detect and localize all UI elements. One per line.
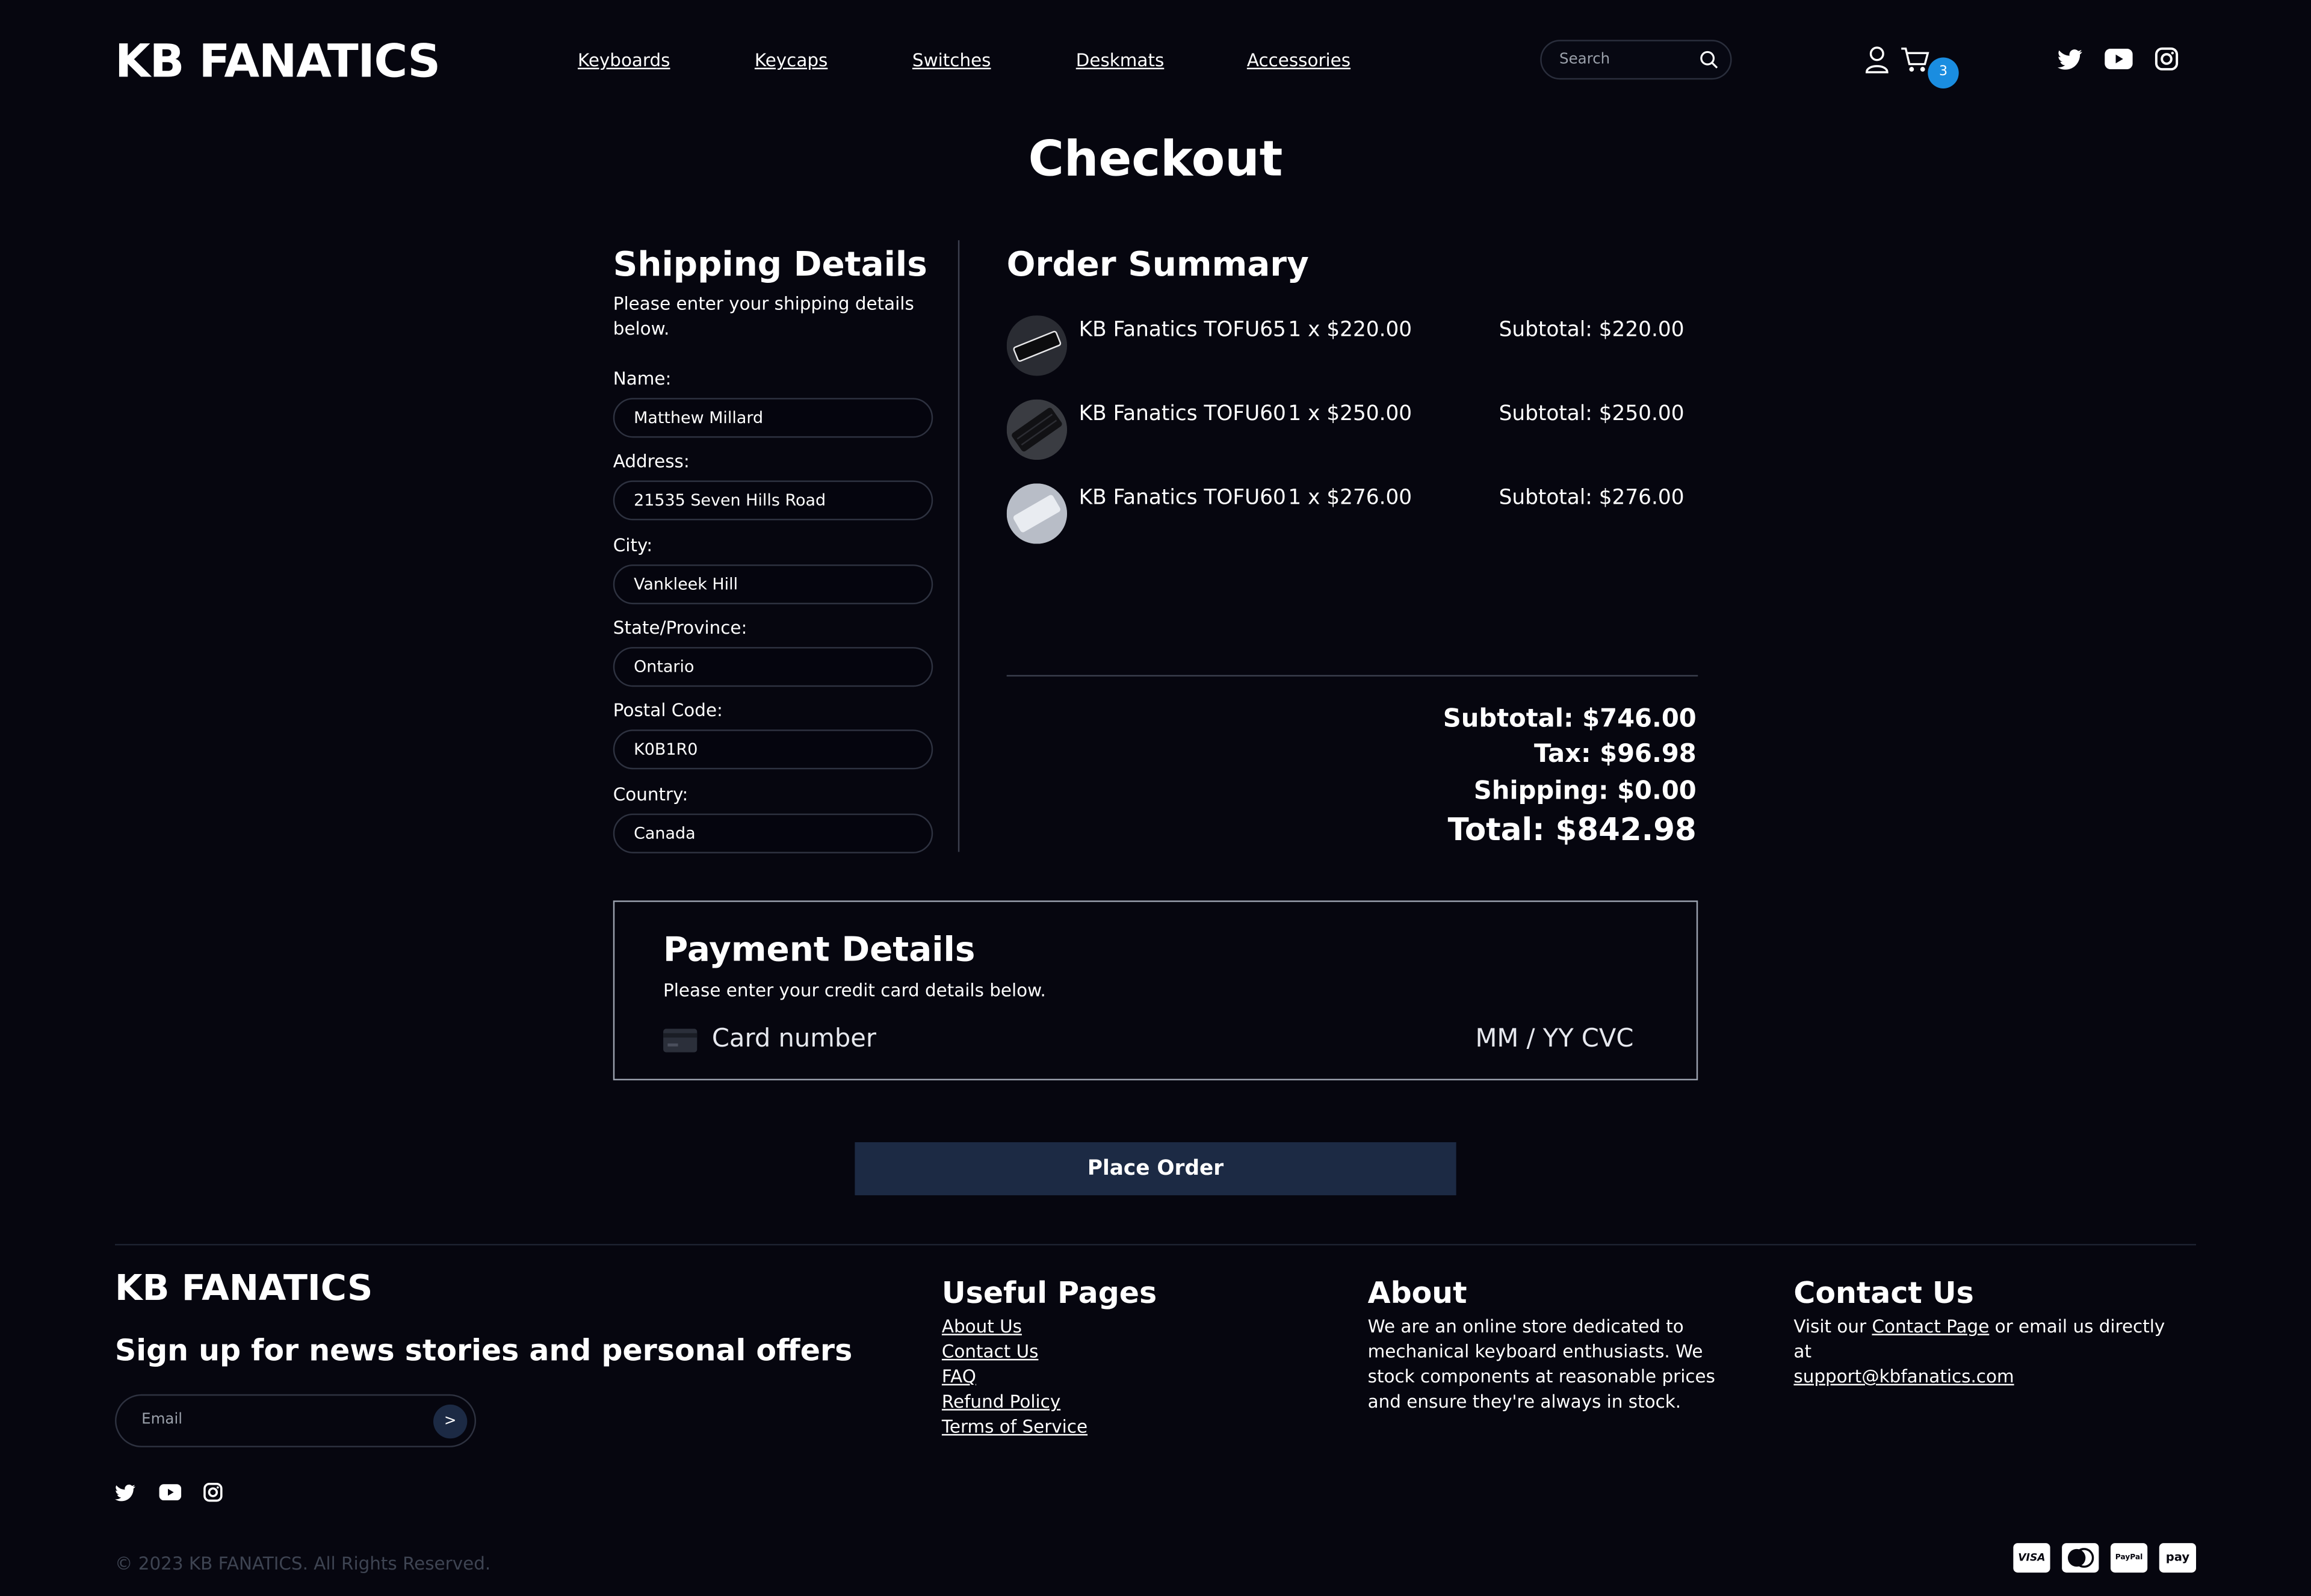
nav-keycaps[interactable]: Keycaps xyxy=(755,50,828,70)
city-field[interactable]: Vankleek Hill xyxy=(613,564,933,605)
site-logo[interactable]: KB FANATICS xyxy=(115,36,441,88)
item-subtotal: Subtotal: $220.00 xyxy=(1499,318,1685,342)
card-cvc-input[interactable]: CVC xyxy=(1582,1024,1634,1054)
item-subtotal: Subtotal: $276.00 xyxy=(1499,486,1685,510)
name-label: Name: xyxy=(613,368,672,389)
order-subtotal: Subtotal: $746.00 xyxy=(1443,704,1697,734)
footer-divider xyxy=(115,1243,2197,1246)
credit-card-icon xyxy=(663,1028,698,1053)
newsletter-submit-button[interactable]: > xyxy=(433,1404,468,1439)
shipping-title: Shipping Details xyxy=(613,246,927,285)
postal-code-label: Postal Code: xyxy=(613,700,723,721)
name-field[interactable]: Matthew Millard xyxy=(613,398,933,438)
order-summary-title: Order Summary xyxy=(1006,246,1309,285)
youtube-icon[interactable] xyxy=(2105,48,2133,70)
card-expiry-input[interactable]: MM / YY xyxy=(1475,1024,1573,1054)
item-quantity: 1 x $220.00 xyxy=(1288,318,1412,342)
footer-link-faq[interactable]: FAQ xyxy=(942,1365,1087,1390)
payment-title: Payment Details xyxy=(663,931,976,970)
twitter-icon[interactable] xyxy=(2057,49,2083,71)
search-placeholder: Search xyxy=(1559,51,1610,68)
column-divider xyxy=(958,240,960,852)
footer-logo: KB FANATICS xyxy=(115,1267,373,1309)
payment-subtitle: Please enter your credit card details be… xyxy=(663,980,1046,1001)
instagram-icon[interactable] xyxy=(203,1482,223,1502)
support-email-link[interactable]: support@kbfanatics.com xyxy=(1793,1366,2014,1387)
visa-icon: VISA xyxy=(2013,1543,2050,1573)
search-input[interactable]: Search xyxy=(1540,40,1732,80)
page-title: Checkout xyxy=(1028,129,1283,188)
youtube-icon[interactable] xyxy=(159,1484,182,1501)
nav-accessories[interactable]: Accessories xyxy=(1247,50,1350,70)
contact-text: Visit our Contact Page or email us direc… xyxy=(1793,1315,2177,1390)
nav-deskmats[interactable]: Deskmats xyxy=(1076,50,1165,70)
address-label: Address: xyxy=(613,451,690,472)
item-subtotal: Subtotal: $250.00 xyxy=(1499,402,1685,426)
mastercard-icon xyxy=(2062,1543,2099,1573)
item-name: KB Fanatics TOFU60 xyxy=(1078,402,1286,426)
twitter-icon[interactable] xyxy=(115,1484,135,1502)
state-label: State/Province: xyxy=(613,617,747,639)
search-icon[interactable] xyxy=(1700,50,1719,69)
newsletter-email-input[interactable]: Email > xyxy=(115,1394,477,1447)
product-image[interactable] xyxy=(1006,483,1068,544)
contact-title: Contact Us xyxy=(1793,1275,1974,1311)
item-quantity: 1 x $250.00 xyxy=(1288,402,1412,426)
contact-page-link[interactable]: Contact Page xyxy=(1872,1316,1989,1337)
country-field[interactable]: Canada xyxy=(613,813,933,853)
order-shipping: Shipping: $0.00 xyxy=(1473,776,1697,806)
city-label: City: xyxy=(613,534,653,556)
card-number-input[interactable]: Card number xyxy=(712,1024,876,1054)
summary-divider xyxy=(1006,675,1698,677)
payment-details-box: Payment Details Please enter your credit… xyxy=(613,900,1698,1081)
product-image[interactable] xyxy=(1006,399,1068,460)
about-text: We are an online store dedicated to mech… xyxy=(1367,1316,1715,1412)
instagram-icon[interactable] xyxy=(2155,47,2179,71)
visa-label: VISA xyxy=(2018,1551,2046,1564)
footer-link-refund-policy[interactable]: Refund Policy xyxy=(942,1390,1087,1415)
user-icon[interactable] xyxy=(1864,46,1890,74)
footer-link-terms-of-service[interactable]: Terms of Service xyxy=(942,1415,1087,1440)
newsletter-title: Sign up for news stories and personal of… xyxy=(115,1332,853,1368)
footer-link-about-us[interactable]: About Us xyxy=(942,1315,1087,1340)
amazon-pay-label: pay xyxy=(2165,1550,2190,1564)
address-field[interactable]: 21535 Seven Hills Road xyxy=(613,480,933,521)
useful-pages-links: About Us Contact Us FAQ Refund Policy Te… xyxy=(942,1315,1087,1440)
postal-code-field[interactable]: K0B1R0 xyxy=(613,729,933,770)
nav-switches[interactable]: Switches xyxy=(912,50,991,70)
cart-icon[interactable] xyxy=(1900,46,1931,74)
country-label: Country: xyxy=(613,784,688,805)
contact-text-pre: Visit our xyxy=(1793,1316,1872,1337)
nav-keyboards[interactable]: Keyboards xyxy=(578,50,670,70)
shipping-subtitle: Please enter your shipping details below… xyxy=(613,293,914,339)
order-total: Total: $842.98 xyxy=(1447,812,1697,848)
item-name: KB Fanatics TOFU65 xyxy=(1078,318,1286,342)
product-image[interactable] xyxy=(1006,315,1068,376)
useful-pages-title: Useful Pages xyxy=(941,1275,1157,1311)
email-placeholder: Email xyxy=(141,1412,183,1429)
paypal-icon: PayPal xyxy=(2110,1543,2148,1573)
item-name: KB Fanatics TOFU60 xyxy=(1078,486,1286,510)
item-quantity: 1 x $276.00 xyxy=(1288,486,1412,510)
order-tax: Tax: $96.98 xyxy=(1533,740,1697,770)
place-order-button[interactable]: Place Order xyxy=(855,1142,1456,1196)
paypal-label: PayPal xyxy=(2115,1553,2143,1562)
about-title: About xyxy=(1367,1275,1467,1311)
state-field[interactable]: Ontario xyxy=(613,647,933,687)
copyright: © 2023 KB FANATICS. All Rights Reserved. xyxy=(115,1553,491,1574)
amazon-pay-icon: pay xyxy=(2159,1543,2197,1573)
footer-link-contact-us[interactable]: Contact Us xyxy=(942,1340,1087,1365)
cart-count-badge: 3 xyxy=(1928,57,1959,88)
